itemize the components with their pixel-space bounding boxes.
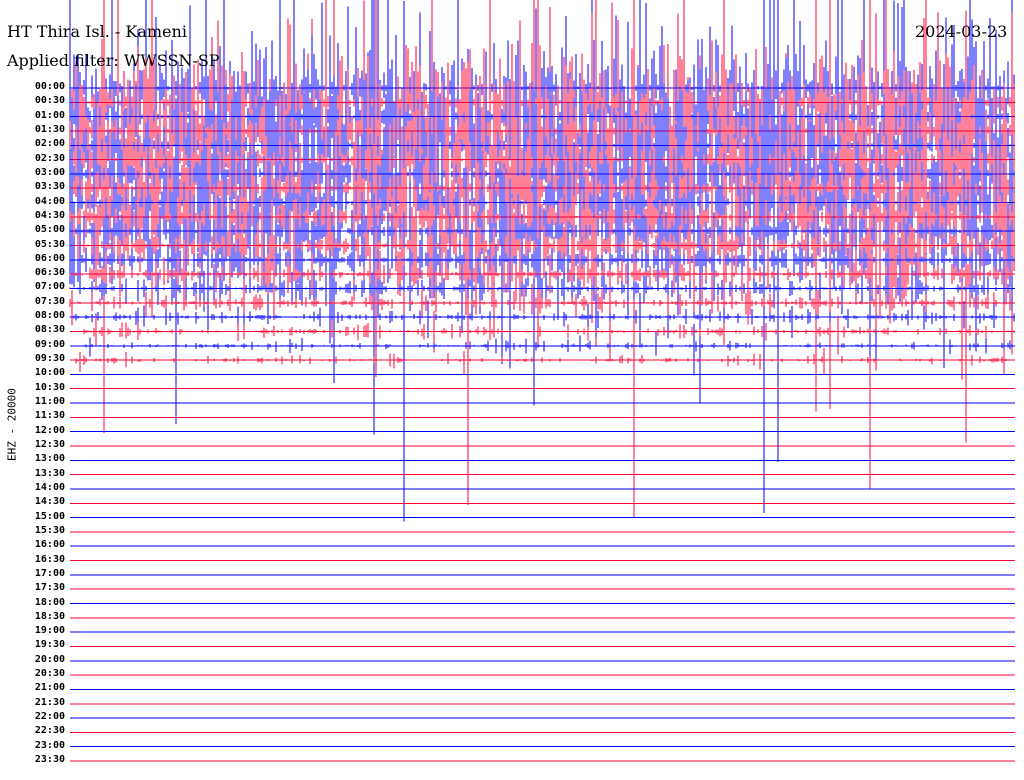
row-label: 16:00 <box>34 539 65 551</box>
row-label: 14:30 <box>34 496 65 508</box>
row-label: 18:30 <box>34 610 65 622</box>
row-label: 02:00 <box>34 138 65 150</box>
row-label: 20:30 <box>34 668 65 680</box>
row-label: 11:00 <box>34 396 65 408</box>
row-label: 16:30 <box>34 553 65 565</box>
row-label: 19:30 <box>34 639 65 651</box>
row-label: 17:30 <box>34 582 65 594</box>
station-title: HT Thira Isl. - Kameni <box>7 22 187 41</box>
trace-row <box>69 170 1015 369</box>
row-label: 23:00 <box>34 739 65 751</box>
row-label: 09:30 <box>34 353 65 365</box>
row-label: 09:00 <box>34 338 65 350</box>
trace-row <box>69 347 1015 375</box>
helicorder-plot <box>69 0 1015 762</box>
row-label: 17:00 <box>34 567 65 579</box>
row-label: 20:00 <box>34 653 65 665</box>
row-label: 02:30 <box>34 152 65 164</box>
channel-label: EHZ - 20000 <box>5 388 19 461</box>
row-label: 05:00 <box>34 224 65 236</box>
row-label: 21:30 <box>34 696 65 708</box>
row-label: 23:30 <box>34 754 65 766</box>
row-label: 04:30 <box>34 209 65 221</box>
row-label: 07:30 <box>34 295 65 307</box>
row-label: 01:00 <box>34 109 65 121</box>
row-label: 12:30 <box>34 439 65 450</box>
row-label: 04:00 <box>34 195 65 207</box>
row-label: 13:00 <box>34 453 65 465</box>
row-label: 08:30 <box>34 324 65 336</box>
row-label: 13:30 <box>34 467 65 479</box>
row-label: 08:00 <box>34 310 65 322</box>
row-label: 15:00 <box>34 510 65 522</box>
row-label: 22:00 <box>34 711 65 723</box>
row-label: 10:00 <box>34 367 65 379</box>
row-label: 19:00 <box>34 625 65 637</box>
row-label: 21:00 <box>34 682 65 694</box>
row-label: 07:00 <box>34 281 65 293</box>
row-label: 00:00 <box>34 81 65 92</box>
row-label: 01:30 <box>34 123 65 135</box>
filter-label: Applied filter: WWSSN-SP <box>7 51 220 70</box>
row-label: 22:30 <box>34 725 65 737</box>
row-label: 00:30 <box>34 95 65 107</box>
row-label: 18:00 <box>34 596 65 608</box>
row-label: 12:00 <box>34 424 65 436</box>
row-label: 03:00 <box>34 166 65 178</box>
row-label: 14:00 <box>34 481 65 493</box>
row-label: 15:30 <box>34 524 65 536</box>
row-label: 03:30 <box>34 181 65 193</box>
row-label: 06:00 <box>34 252 65 264</box>
row-label: 11:30 <box>34 410 65 422</box>
row-label: 06:30 <box>34 267 65 279</box>
row-label: 05:30 <box>34 238 65 250</box>
date-label: 2024-03-23 <box>915 22 1008 41</box>
row-label: 10:30 <box>34 381 65 393</box>
